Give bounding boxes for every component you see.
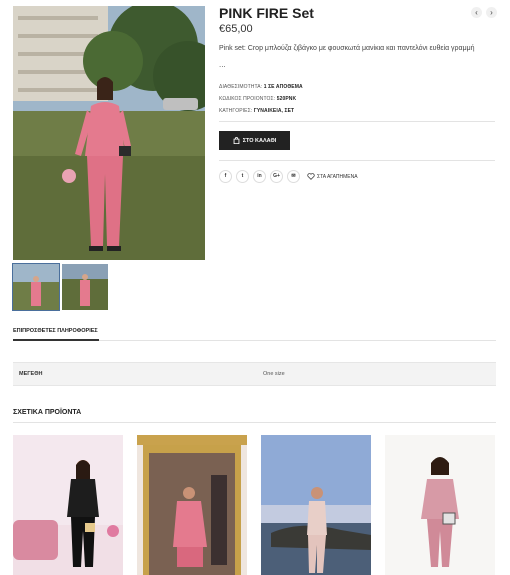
wishlist-label: ΣΤΑ ΑΓΑΠΗΜΕΝΑ (317, 173, 358, 180)
share-bar: f t in G+ ✉ ΣΤΑ ΑΓΑΠΗΜΕΝΑ (219, 170, 358, 183)
related-product-image[interactable] (385, 435, 495, 575)
availability-label: ΔΙΑΘΕΣΙΜΟΤΗΤΑ: (219, 84, 263, 90)
divider (13, 422, 496, 423)
related-products-title: ΣΧΕΤΙΚΑ ΠΡΟΪΟΝΤΑ (13, 409, 82, 416)
sku: ΚΩΔΙΚΟΣ ΠΡΟΙΟΝΤΟΣ: 520PNK (219, 96, 296, 102)
availability-value: 1 ΣΕ ΑΠΟΘΕΜΑ (263, 84, 303, 90)
heart-icon (307, 173, 315, 180)
tab-additional-information[interactable]: ΕΠΙΠΡΟΣΘΕΤΕΣ ΠΛΗΡΟΦΟΡΙΕΣ (13, 328, 98, 334)
related-product-image[interactable] (137, 435, 247, 575)
attributes-table: ΜΕΓΕΘΗ One size (13, 362, 496, 386)
attribute-value: One size (263, 371, 285, 377)
next-product-button[interactable]: › (486, 7, 497, 18)
description-ellipsis: ... (219, 60, 226, 69)
related-product-image[interactable] (13, 435, 123, 575)
categories: ΚΑΤΗΓΟΡΙΕΣ: ΓΥΝΑΙΚΕΙΑ, ΣΕΤ (219, 108, 294, 114)
facebook-icon[interactable]: f (219, 170, 232, 183)
sku-label: ΚΩΔΙΚΟΣ ΠΡΟΙΟΝΤΟΣ: (219, 96, 276, 102)
attribute-name: ΜΕΓΕΘΗ (19, 371, 43, 377)
divider (219, 121, 495, 122)
product-main-image[interactable] (13, 6, 205, 260)
active-tab-indicator (13, 339, 99, 341)
prev-product-button[interactable]: ‹ (471, 7, 482, 18)
product-navigation: ‹ › (471, 7, 497, 18)
product-short-description: Pink set: Crop μπλούζα ζιβάγκο με φουσκω… (219, 45, 475, 52)
product-price: €65,00 (219, 23, 253, 35)
linkedin-icon[interactable]: in (253, 170, 266, 183)
categories-value[interactable]: ΓΥΝΑΙΚΕΙΑ, ΣΕΤ (254, 108, 294, 114)
availability: ΔΙΑΘΕΣΙΜΟΤΗΤΑ: 1 ΣΕ ΑΠΟΘΕΜΑ (219, 84, 303, 90)
shopping-bag-icon (233, 137, 240, 144)
product-title: PINK FIRE Set (219, 5, 314, 21)
email-icon[interactable]: ✉ (287, 170, 300, 183)
add-to-cart-label: ΣΤΟ ΚΑΛΑΘΙ (242, 137, 277, 144)
sku-value: 520PNK (276, 96, 297, 102)
twitter-icon[interactable]: t (236, 170, 249, 183)
categories-label: ΚΑΤΗΓΟΡΙΕΣ: (219, 108, 253, 114)
product-thumbnail-2[interactable] (62, 264, 108, 310)
product-thumbnail-1[interactable] (12, 263, 60, 311)
add-to-wishlist-button[interactable]: ΣΤΑ ΑΓΑΠΗΜΕΝΑ (307, 173, 358, 180)
google-plus-icon[interactable]: G+ (270, 170, 283, 183)
divider (219, 160, 495, 161)
add-to-cart-button[interactable]: ΣΤΟ ΚΑΛΑΘΙ (219, 131, 290, 150)
related-product-image[interactable] (261, 435, 371, 575)
